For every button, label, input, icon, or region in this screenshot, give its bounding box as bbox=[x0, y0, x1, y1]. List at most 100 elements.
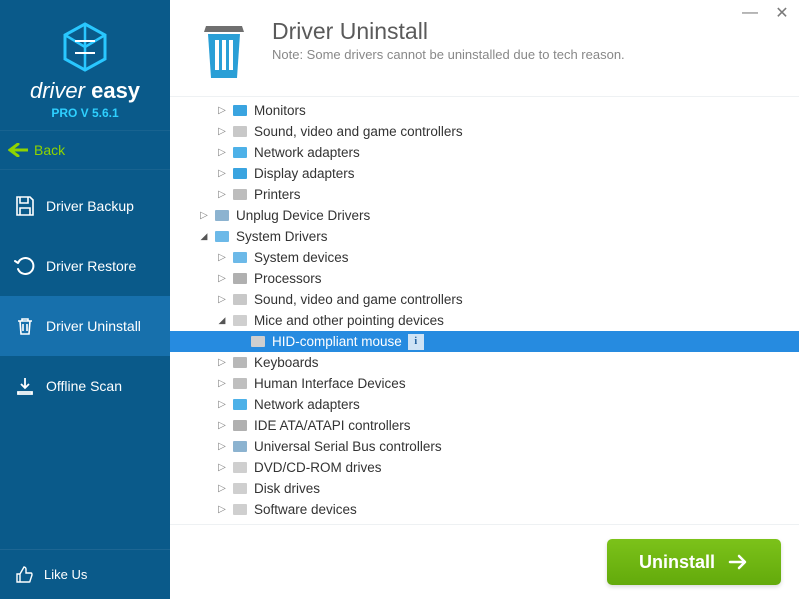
expand-icon[interactable]: ▷ bbox=[216, 504, 228, 516]
disk-device-icon bbox=[232, 481, 248, 497]
tree-node-label: Unplug Device Drivers bbox=[236, 208, 370, 223]
tree-node-label: Mice and other pointing devices bbox=[254, 313, 444, 328]
uninstall-button[interactable]: Uninstall bbox=[607, 539, 781, 585]
sys-device-icon bbox=[214, 229, 230, 245]
back-arrow-icon bbox=[8, 143, 28, 157]
tree-node[interactable]: ▷ Software devices bbox=[170, 499, 799, 520]
expand-icon[interactable]: ▷ bbox=[216, 357, 228, 369]
app-name-part2: easy bbox=[91, 78, 140, 103]
info-badge-icon[interactable]: i bbox=[408, 334, 424, 350]
usb-device-icon bbox=[214, 208, 230, 224]
cpu-device-icon bbox=[232, 271, 248, 287]
expand-icon[interactable]: ▷ bbox=[216, 441, 228, 453]
tree-node[interactable]: ▷ Network adapters bbox=[170, 394, 799, 415]
page-title: Driver Uninstall bbox=[272, 18, 625, 45]
tree-node-label: Printers bbox=[254, 187, 301, 202]
uninstall-button-label: Uninstall bbox=[639, 552, 715, 573]
sidebar-item-offline-scan[interactable]: Offline Scan bbox=[0, 356, 170, 416]
header-trash-icon bbox=[194, 18, 254, 82]
expand-icon[interactable]: ▷ bbox=[216, 483, 228, 495]
restore-icon bbox=[14, 255, 36, 277]
tree-node[interactable]: ▷ Display adapters bbox=[170, 163, 799, 184]
device-tree: ▷Monitors▷Sound, video and game controll… bbox=[170, 96, 799, 524]
tree-node[interactable]: ▷Sound, video and game controllers bbox=[170, 121, 799, 142]
expand-icon[interactable]: ▷ bbox=[216, 168, 228, 180]
tree-node-label: Network adapters bbox=[254, 397, 360, 412]
expand-icon[interactable]: ▷ bbox=[216, 420, 228, 432]
tree-node[interactable]: ▷DVD/CD-ROM drives bbox=[170, 457, 799, 478]
tree-node-label: Processors bbox=[254, 271, 322, 286]
like-us-button[interactable]: Like Us bbox=[0, 549, 170, 599]
usb-device-icon bbox=[232, 439, 248, 455]
tree-node[interactable]: ▷ Human Interface Devices bbox=[170, 373, 799, 394]
tree-node-label: Display adapters bbox=[254, 166, 355, 181]
expand-icon[interactable]: ▷ bbox=[216, 252, 228, 264]
sidebar-item-label: Driver Backup bbox=[46, 198, 134, 214]
thumbs-up-icon bbox=[14, 565, 34, 585]
prn-device-icon bbox=[232, 187, 248, 203]
page-header: Driver Uninstall Note: Some drivers cann… bbox=[170, 0, 799, 96]
device-tree-scroll[interactable]: ▷Monitors▷Sound, video and game controll… bbox=[170, 96, 799, 525]
sidebar-item-driver-backup[interactable]: Driver Backup bbox=[0, 176, 170, 236]
tree-node-label: Software devices bbox=[254, 502, 357, 517]
collapse-icon[interactable]: ◢ bbox=[198, 231, 210, 243]
footer: Uninstall bbox=[170, 525, 799, 599]
expand-icon[interactable]: ▷ bbox=[216, 189, 228, 201]
sidebar-item-label: Driver Uninstall bbox=[46, 318, 141, 334]
expand-icon[interactable]: ▷ bbox=[216, 273, 228, 285]
sidebar-item-label: Driver Restore bbox=[46, 258, 136, 274]
tree-node[interactable]: ▷IDE ATA/ATAPI controllers bbox=[170, 415, 799, 436]
trash-icon bbox=[14, 315, 36, 337]
tree-node[interactable]: ◢ Mice and other pointing devices bbox=[170, 310, 799, 331]
tree-node[interactable]: ▷Disk drives bbox=[170, 478, 799, 499]
tree-node-label: Human Interface Devices bbox=[254, 376, 406, 391]
sidebar-item-label: Offline Scan bbox=[46, 378, 122, 394]
kbd-device-icon bbox=[232, 355, 248, 371]
minimize-button[interactable]: — bbox=[741, 4, 759, 22]
tree-node[interactable]: ▷ Keyboards bbox=[170, 352, 799, 373]
floppy-icon bbox=[14, 195, 36, 217]
app-name-part1: driver bbox=[30, 78, 85, 103]
tree-node[interactable]: ▷ System devices bbox=[170, 247, 799, 268]
sidebar-item-driver-restore[interactable]: Driver Restore bbox=[0, 236, 170, 296]
expand-icon[interactable]: ▷ bbox=[216, 126, 228, 138]
tree-node[interactable]: ▷Network adapters bbox=[170, 142, 799, 163]
expand-icon[interactable]: ▷ bbox=[216, 378, 228, 390]
sidebar-item-driver-uninstall[interactable]: Driver Uninstall bbox=[0, 296, 170, 356]
tree-node[interactable]: ▷ Processors bbox=[170, 268, 799, 289]
expand-icon[interactable]: ▷ bbox=[216, 294, 228, 306]
tree-node-label: System devices bbox=[254, 250, 349, 265]
tree-node-label: Monitors bbox=[254, 103, 306, 118]
dvd-device-icon bbox=[232, 460, 248, 476]
tree-node[interactable]: ▷ Sound, video and game controllers bbox=[170, 289, 799, 310]
net-device-icon bbox=[232, 145, 248, 161]
arrow-right-icon bbox=[727, 551, 749, 573]
tree-node-label: Keyboards bbox=[254, 355, 319, 370]
app-logo-icon bbox=[58, 20, 112, 74]
close-button[interactable]: ✕ bbox=[773, 4, 791, 22]
tree-spacer bbox=[234, 336, 246, 348]
expand-icon[interactable]: ▷ bbox=[216, 147, 228, 159]
tree-node[interactable]: ▷ Unplug Device Drivers bbox=[170, 205, 799, 226]
net-device-icon bbox=[232, 397, 248, 413]
gen-device-icon bbox=[232, 124, 248, 140]
tree-node-label: Sound, video and game controllers bbox=[254, 292, 463, 307]
tree-node[interactable]: ▷ Universal Serial Bus controllers bbox=[170, 436, 799, 457]
tree-node-label: System Drivers bbox=[236, 229, 328, 244]
expand-icon[interactable]: ▷ bbox=[216, 462, 228, 474]
expand-icon[interactable]: ▷ bbox=[216, 105, 228, 117]
app-logo-area: driver easy PRO V 5.6.1 bbox=[0, 0, 170, 130]
expand-icon[interactable]: ▷ bbox=[216, 399, 228, 411]
tree-node-label: Universal Serial Bus controllers bbox=[254, 439, 442, 454]
back-button[interactable]: Back bbox=[0, 130, 170, 170]
tree-node[interactable]: HID-compliant mousei bbox=[170, 331, 799, 352]
expand-icon[interactable]: ▷ bbox=[198, 210, 210, 222]
app-version: PRO V 5.6.1 bbox=[0, 106, 170, 120]
download-icon bbox=[14, 375, 36, 397]
sidebar: driver easy PRO V 5.6.1 Back Driver Back… bbox=[0, 0, 170, 599]
collapse-icon[interactable]: ◢ bbox=[216, 315, 228, 327]
mouse-device-icon bbox=[232, 313, 248, 329]
tree-node[interactable]: ▷ Printers bbox=[170, 184, 799, 205]
tree-node[interactable]: ▷ Monitors bbox=[170, 100, 799, 121]
tree-node[interactable]: ◢ System Drivers bbox=[170, 226, 799, 247]
